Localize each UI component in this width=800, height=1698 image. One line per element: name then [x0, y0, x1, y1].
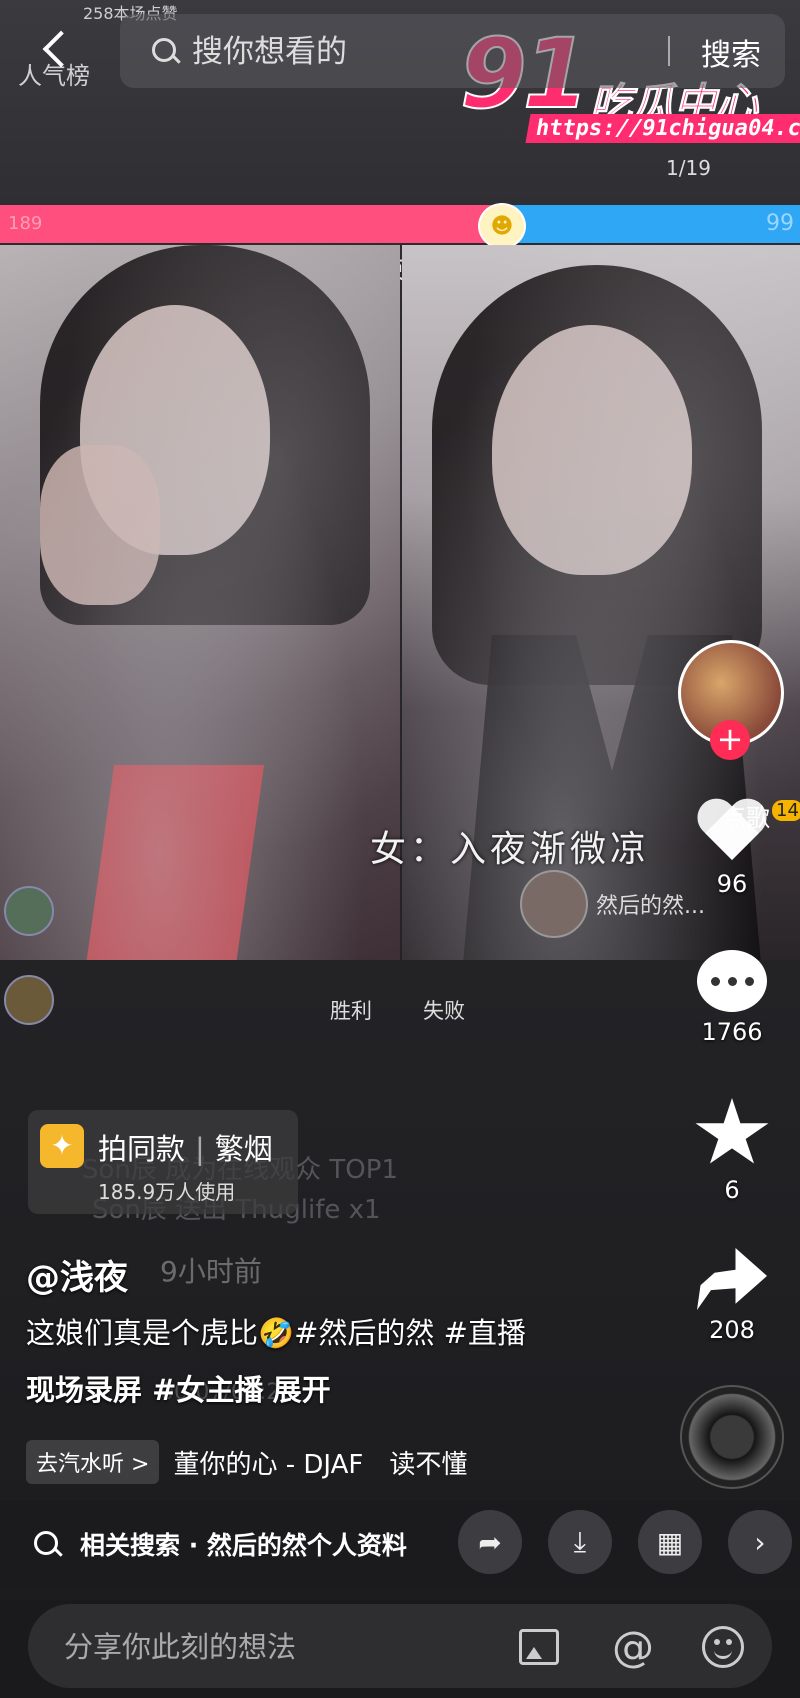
- search-icon: [34, 1531, 58, 1555]
- template-usage: 185.9万人使用: [98, 1180, 236, 1204]
- music-row[interactable]: 去汽水听 > 董你的心 - DJAF 读不懂: [26, 1440, 467, 1484]
- heart-icon[interactable]: [696, 800, 768, 864]
- pk-left-score: 189: [0, 205, 498, 243]
- template-title: 拍同款 | 繁烟: [98, 1132, 273, 1166]
- search-bar[interactable]: 搜索: [120, 14, 785, 88]
- left-rank-badge-icon[interactable]: [4, 886, 54, 936]
- share-action[interactable]: 208: [672, 1248, 792, 1344]
- comment-icon[interactable]: [697, 950, 767, 1012]
- star-icon[interactable]: [695, 1098, 769, 1164]
- template-card[interactable]: ✦ 拍同款 | 繁烟 185.9万人使用: [28, 1110, 298, 1214]
- related-search-text[interactable]: 相关搜索 · 然后的然个人资料: [80, 1526, 407, 1562]
- screen: 258本场点赞 人气榜 1/19 189 99 ☻ PK结束 (35s) 女：入…: [0, 0, 800, 1698]
- streamer-avatar: [520, 870, 588, 938]
- more-icon[interactable]: ›: [728, 1510, 792, 1574]
- open-in-app-pill[interactable]: 去汽水听 >: [26, 1440, 160, 1484]
- pk-win-label: 胜利: [330, 999, 372, 1023]
- streamer-left-panel: [0, 245, 400, 960]
- at-icon[interactable]: @: [610, 1624, 656, 1670]
- page-indicator: 1/19: [666, 156, 711, 180]
- author-name[interactable]: @浅夜: [26, 1250, 128, 1299]
- sparkle-icon: ✦: [40, 1124, 84, 1168]
- like-count: 96: [716, 870, 748, 898]
- comment-count: 1766: [701, 1018, 763, 1046]
- expand-link[interactable]: 展开: [273, 1373, 331, 1407]
- pk-lose-label: 失败: [423, 999, 465, 1023]
- share-quick-icon[interactable]: ➦: [458, 1510, 522, 1574]
- post-time: 9小时前: [160, 1255, 262, 1288]
- pk-center-icon: ☻: [478, 203, 526, 249]
- comment-bar: @: [28, 1604, 772, 1688]
- emoji-icon[interactable]: [700, 1624, 746, 1670]
- favorite-action[interactable]: 6: [672, 1098, 792, 1204]
- favorite-count: 6: [724, 1176, 740, 1204]
- share-count: 208: [709, 1316, 755, 1344]
- share-icon[interactable]: [697, 1248, 767, 1310]
- comment-input[interactable]: [62, 1622, 446, 1672]
- post-description: 这娘们真是个虎比🤣#然后的然 #直播 现场录屏 #女主播 展开: [26, 1316, 526, 1407]
- song-overlay-text: 女：入夜渐微凉: [370, 829, 651, 870]
- back-button[interactable]: [36, 22, 80, 76]
- like-action[interactable]: 96: [672, 800, 792, 898]
- grid-icon[interactable]: ▦: [638, 1510, 702, 1574]
- search-icon: [152, 38, 176, 62]
- search-input[interactable]: [190, 28, 614, 76]
- music-name: 董你的心 - DJAF 读不懂: [173, 1449, 468, 1480]
- pk-score-bar: 189 99: [0, 205, 800, 243]
- search-button[interactable]: 搜索: [701, 30, 761, 74]
- left-level-badge-icon[interactable]: [4, 975, 54, 1025]
- comment-action[interactable]: 1766: [672, 950, 792, 1046]
- download-icon[interactable]: ⤓: [548, 1510, 612, 1574]
- follow-plus-icon[interactable]: +: [710, 720, 750, 760]
- chevron-left-icon: [42, 30, 80, 68]
- search-divider: [668, 36, 670, 66]
- music-disc-icon[interactable]: [680, 1385, 784, 1489]
- pk-right-score: 99: [498, 205, 800, 243]
- image-icon[interactable]: [516, 1624, 562, 1670]
